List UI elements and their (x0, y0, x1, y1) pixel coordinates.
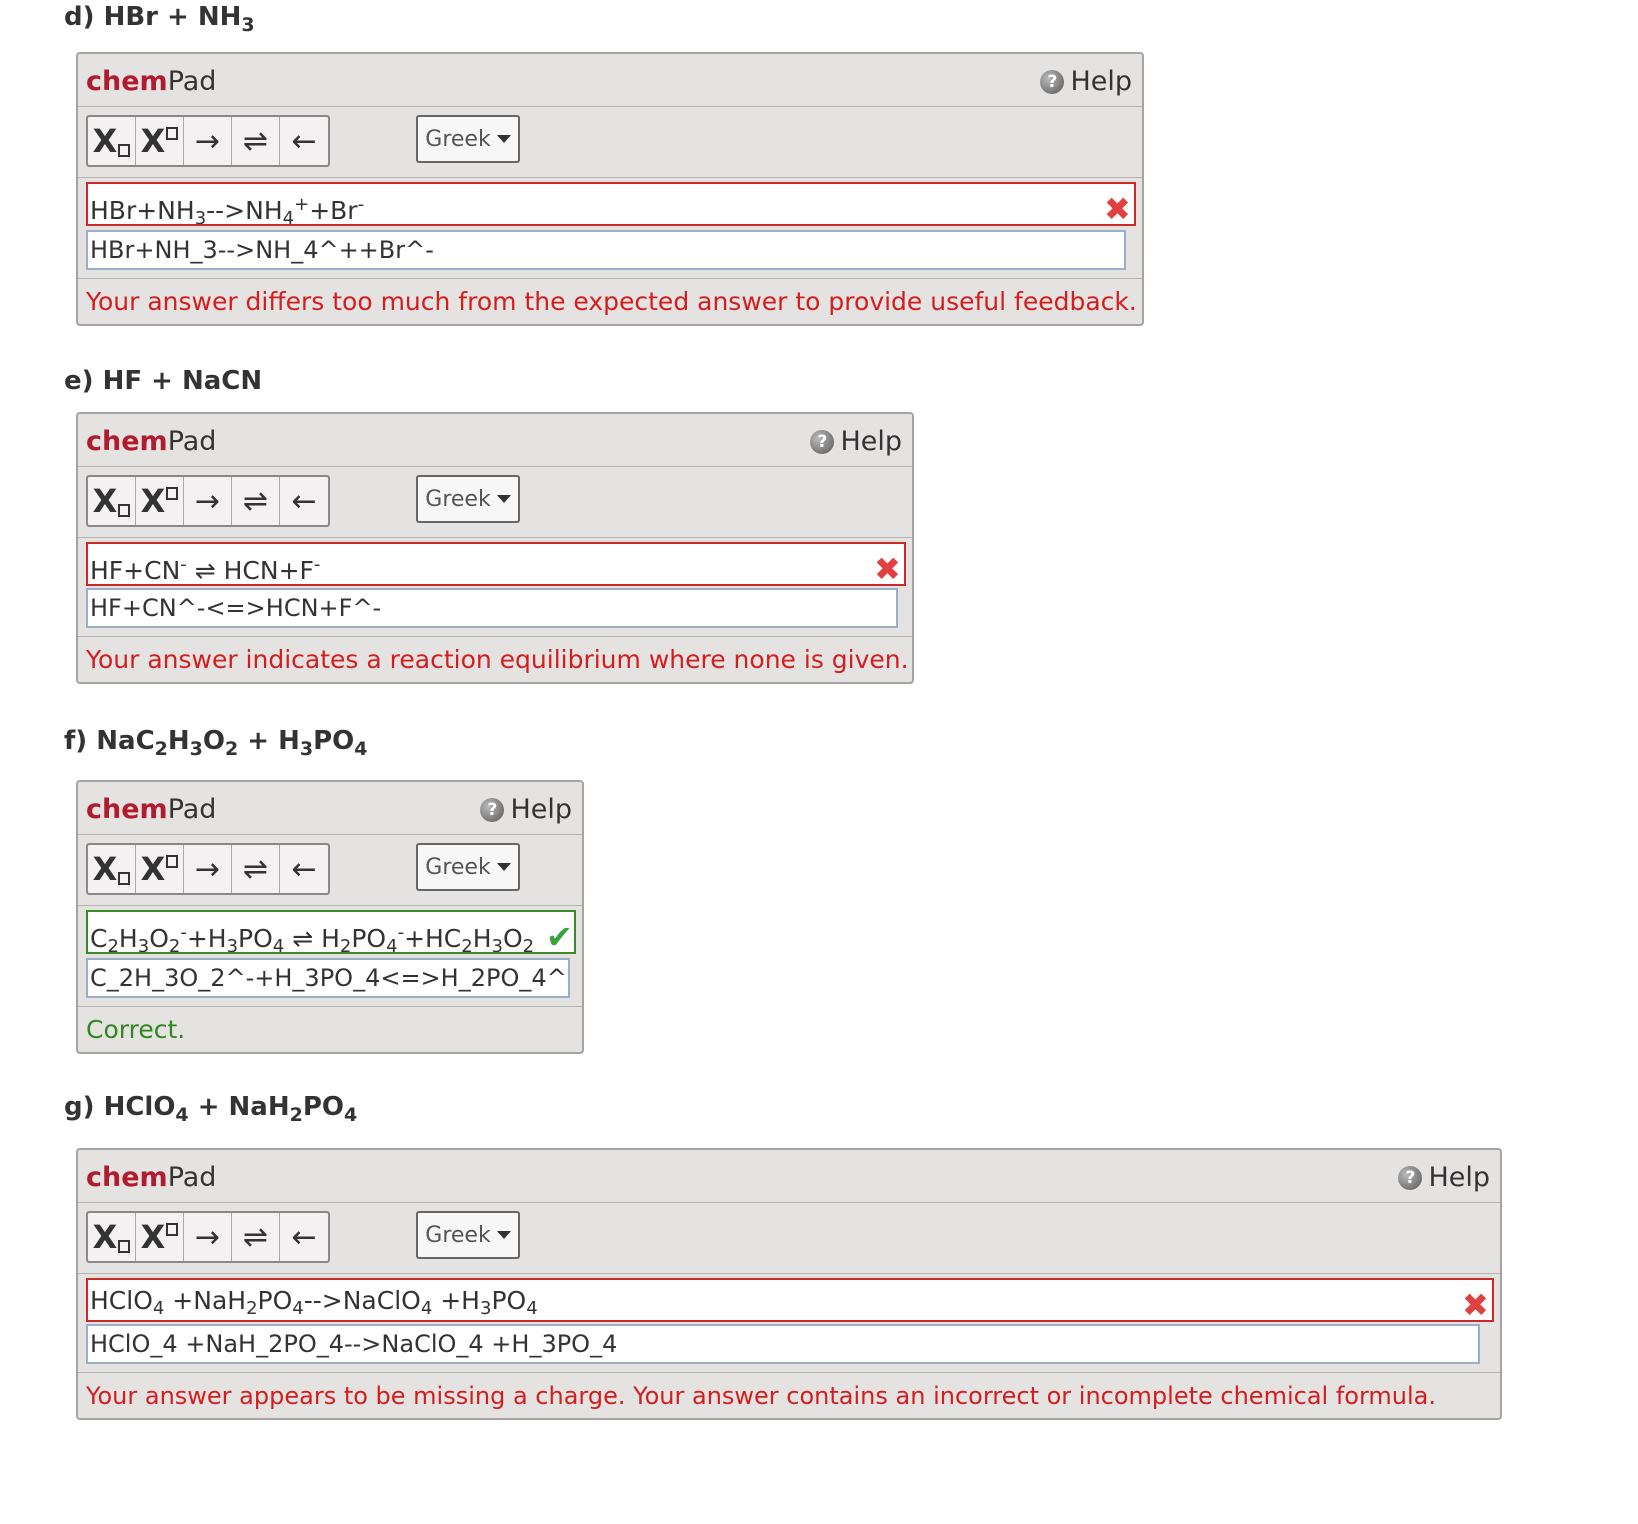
answer-preview: HF+CN- ⇌ HCN+F- (86, 542, 906, 586)
forward-arrow-button[interactable]: → (184, 1213, 232, 1261)
help-icon: ? (1398, 1165, 1423, 1190)
greek-dropdown[interactable]: Greek (416, 475, 520, 523)
help-icon: ? (1040, 69, 1065, 94)
subscript-button[interactable]: X (88, 845, 136, 893)
question-formula: NaC2H3O2 + H3PO4 (96, 726, 368, 760)
answer-input[interactable]: HBr+NH_3-->NH_4^++Br^- (86, 230, 1126, 270)
subscript-button[interactable]: X (88, 1213, 136, 1261)
greek-dropdown[interactable]: Greek (416, 115, 520, 163)
toolbar-button-group: X X → ⇌ ← (86, 115, 330, 167)
answer-input[interactable]: HClO_4 +NaH_2PO_4-->NaClO_4 +H_3PO_4 (86, 1324, 1480, 1364)
chempad-toolbar: X X → ⇌ ← Greek (78, 107, 1142, 178)
subscript-button[interactable]: X (88, 477, 136, 525)
question-title-g: g) HClO4 + NaH2PO4 (64, 1092, 358, 1126)
forward-arrow-button[interactable]: → (184, 477, 232, 525)
question-formula: HClO4 + NaH2PO4 (103, 1092, 358, 1126)
help-icon: ? (810, 429, 835, 454)
toolbar-button-group: X X → ⇌ ← (86, 475, 330, 527)
chempad-f: chemPad ? Help X X → ⇌ ← Greek C2H3O2-+H3… (76, 780, 584, 1054)
superscript-button[interactable]: X (136, 117, 184, 165)
incorrect-icon: ✖ (1462, 1286, 1489, 1324)
greek-dropdown[interactable]: Greek (416, 1211, 520, 1259)
feedback-message: Your answer appears to be missing a char… (78, 1372, 1500, 1418)
answer-preview: HClO4 +NaH2PO4-->NaClO4 +H3PO4 (86, 1278, 1494, 1322)
feedback-message: Your answer differs too much from the ex… (78, 278, 1142, 324)
correct-icon: ✔ (546, 918, 573, 956)
answer-preview: HBr+NH3-->NH4++Br- (86, 182, 1136, 226)
chempad-brand: chemPad (86, 66, 217, 97)
question-title-f: f) NaC2H3O2 + H3PO4 (64, 726, 368, 760)
chempad-header: chemPad ? Help (78, 414, 912, 467)
incorrect-icon: ✖ (1104, 190, 1131, 228)
forward-arrow-button[interactable]: → (184, 845, 232, 893)
caret-down-icon (496, 495, 511, 503)
answer-input[interactable]: C_2H_3O_2^-+H_3PO_4<=>H_2PO_4^-+H (86, 958, 570, 998)
question-title-e: e) HF + NaCN (64, 366, 263, 396)
superscript-button[interactable]: X (136, 1213, 184, 1261)
chempad-brand: chemPad (86, 426, 217, 457)
feedback-message: Your answer indicates a reaction equilib… (78, 636, 912, 682)
superscript-button[interactable]: X (136, 845, 184, 893)
equilibrium-arrow-button[interactable]: ⇌ (232, 1213, 280, 1261)
chempad-header: chemPad ? Help (78, 782, 582, 835)
help-icon: ? (480, 797, 505, 822)
chempad-header: chemPad ? Help (78, 54, 1142, 107)
back-arrow-button[interactable]: ← (280, 117, 328, 165)
chempad-d: chemPad ? Help X X → ⇌ ← Greek HBr+NH3-->… (76, 52, 1144, 326)
help-link[interactable]: ? Help (480, 794, 572, 825)
back-arrow-button[interactable]: ← (280, 845, 328, 893)
chempad-brand: chemPad (86, 1162, 217, 1193)
toolbar-button-group: X X → ⇌ ← (86, 1211, 330, 1263)
chempad-g: chemPad ? Help X X → ⇌ ← Greek HClO4 +NaH… (76, 1148, 1502, 1420)
answer-preview: C2H3O2-+H3PO4 ⇌ H2PO4-+HC2H3O2 (86, 910, 576, 954)
help-link[interactable]: ? Help (810, 426, 902, 457)
chempad-e: chemPad ? Help X X → ⇌ ← Greek HF+CN- ⇌ H… (76, 412, 914, 684)
superscript-button[interactable]: X (136, 477, 184, 525)
subscript-button[interactable]: X (88, 117, 136, 165)
chempad-toolbar: X X → ⇌ ← Greek (78, 467, 912, 538)
back-arrow-button[interactable]: ← (280, 477, 328, 525)
question-formula: HF + NaCN (102, 366, 263, 396)
toolbar-button-group: X X → ⇌ ← (86, 843, 330, 895)
incorrect-icon: ✖ (874, 550, 901, 588)
equilibrium-arrow-button[interactable]: ⇌ (232, 117, 280, 165)
chempad-toolbar: X X → ⇌ ← Greek (78, 1203, 1500, 1274)
help-link[interactable]: ? Help (1040, 66, 1132, 97)
equilibrium-arrow-button[interactable]: ⇌ (232, 477, 280, 525)
caret-down-icon (496, 135, 511, 143)
feedback-message: Correct. (78, 1006, 582, 1052)
answer-input[interactable]: HF+CN^-<=>HCN+F^- (86, 588, 898, 628)
chempad-toolbar: X X → ⇌ ← Greek (78, 835, 582, 906)
equilibrium-arrow-button[interactable]: ⇌ (232, 845, 280, 893)
question-title-d: d) HBr + NH3 (64, 2, 255, 36)
greek-dropdown[interactable]: Greek (416, 843, 520, 891)
caret-down-icon (496, 863, 511, 871)
chempad-brand: chemPad (86, 794, 217, 825)
caret-down-icon (496, 1231, 511, 1239)
help-link[interactable]: ? Help (1398, 1162, 1490, 1193)
chempad-header: chemPad ? Help (78, 1150, 1500, 1203)
forward-arrow-button[interactable]: → (184, 117, 232, 165)
question-formula: HBr + NH3 (103, 2, 255, 36)
back-arrow-button[interactable]: ← (280, 1213, 328, 1261)
